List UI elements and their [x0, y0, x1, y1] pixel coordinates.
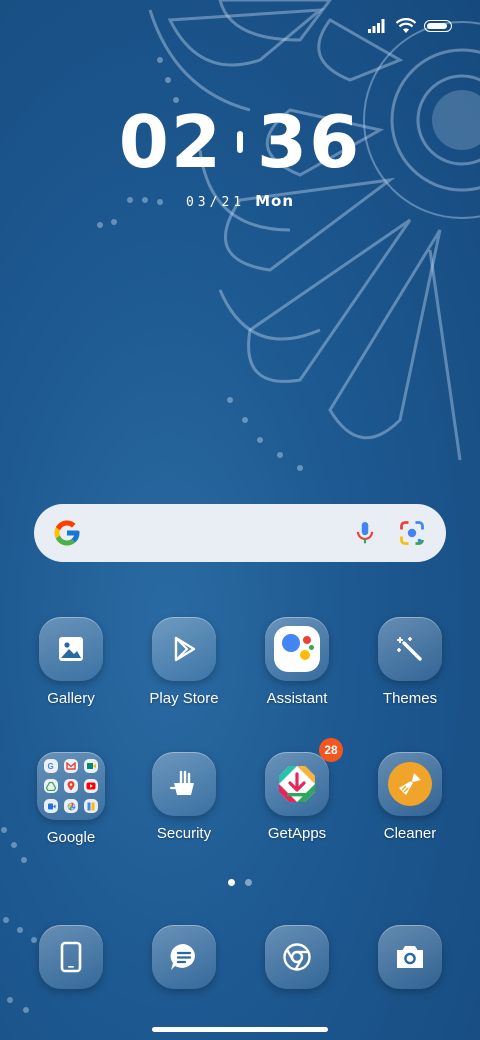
dock-phone[interactable]: [16, 925, 126, 989]
cleaner-brush-icon: [378, 752, 442, 816]
app-label: Themes: [382, 690, 438, 707]
dock-chrome[interactable]: [242, 925, 352, 989]
meet-mini-icon: [84, 759, 98, 773]
app-gallery[interactable]: Gallery: [16, 617, 126, 707]
maps-mini-icon: [64, 779, 78, 793]
app-themes[interactable]: Themes: [355, 617, 465, 707]
messages-icon: [152, 925, 216, 989]
clock-minutes: 36: [257, 100, 362, 184]
app-assistant[interactable]: Assistant: [242, 617, 352, 707]
page-dot-active[interactable]: [228, 879, 235, 886]
signal-icon: [368, 19, 385, 33]
app-label: Assistant: [266, 690, 328, 707]
app-label: Cleaner: [383, 825, 437, 842]
camera-icon: [378, 925, 442, 989]
home-gesture-bar[interactable]: [152, 1027, 328, 1032]
page-dot[interactable]: [245, 879, 252, 886]
google-mini-icon: G: [44, 759, 58, 773]
battery-icon: [424, 20, 452, 32]
app-folder-google[interactable]: G Google: [16, 752, 126, 846]
app-play-store[interactable]: Play Store: [129, 617, 239, 707]
phone-icon: [39, 925, 103, 989]
microphone-icon[interactable]: [352, 520, 378, 546]
gallery-icon: [39, 617, 103, 681]
app-label: Google: [46, 829, 96, 846]
app-cleaner[interactable]: Cleaner: [355, 752, 465, 842]
assistant-icon: [265, 617, 329, 681]
google-lens-icon[interactable]: [398, 519, 426, 547]
wifi-icon: [396, 18, 416, 33]
chrome-icon: [265, 925, 329, 989]
app-getapps[interactable]: 28 GetApps: [242, 738, 352, 842]
dock-camera[interactable]: [355, 925, 465, 989]
app-label: Play Store: [149, 690, 219, 707]
drive-mini-icon: [44, 779, 58, 793]
app-label: Gallery: [47, 690, 95, 707]
dock-messages[interactable]: [129, 925, 239, 989]
svg-text:G: G: [48, 762, 54, 770]
getapps-icon: 28: [265, 738, 343, 816]
security-broom-icon: [152, 752, 216, 816]
app-security[interactable]: Security: [129, 752, 239, 842]
gmail-mini-icon: [64, 759, 78, 773]
page-indicator[interactable]: [0, 879, 480, 886]
date-numeric: 03/21: [185, 195, 246, 210]
files-mini-icon: [84, 799, 98, 813]
photos-mini-icon: [64, 799, 78, 813]
duo-mini-icon: [44, 799, 58, 813]
google-search-bar[interactable]: [34, 504, 446, 562]
folder-icon: G: [37, 752, 105, 820]
status-bar: [368, 14, 452, 38]
youtube-mini-icon: [84, 779, 98, 793]
clock-separator: [237, 131, 243, 153]
magic-wand-icon: [378, 617, 442, 681]
app-label: GetApps: [267, 825, 327, 842]
clock-widget[interactable]: 02 36: [0, 100, 480, 184]
google-logo-icon: [54, 520, 80, 546]
play-store-icon: [152, 617, 216, 681]
app-label: Security: [156, 825, 212, 842]
clock-hours: 02: [118, 100, 223, 184]
notification-badge: 28: [319, 738, 343, 762]
date-weekday: Mon: [255, 192, 295, 210]
date-widget[interactable]: 03/21 Mon: [0, 192, 480, 210]
